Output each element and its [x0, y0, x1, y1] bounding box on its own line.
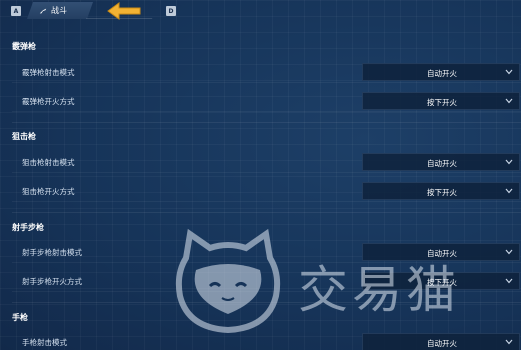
section-title-sniper: 狙击枪 [12, 132, 36, 141]
dropdown-value: 自动开火 [427, 249, 457, 258]
setting-dropdown[interactable]: 按下开火 [362, 92, 520, 110]
setting-row[interactable]: 手枪射击模式 自动开火 [12, 331, 521, 350]
dropdown-value: 自动开火 [427, 69, 457, 78]
setting-dropdown[interactable]: 自动开火 [362, 243, 520, 261]
setting-row[interactable]: 狙击枪射击模式 自动开火 [12, 151, 521, 173]
dropdown-value: 自动开火 [427, 339, 457, 348]
setting-dropdown[interactable]: 自动开火 [362, 333, 520, 350]
setting-row[interactable]: 霰弹枪射击模式 自动开火 [12, 61, 521, 83]
section-divider [12, 122, 521, 123]
setting-label: 射手步枪开火方式 [22, 277, 82, 286]
setting-dropdown[interactable]: 按下开火 [362, 272, 520, 290]
tab-bar: A 战斗 D [0, 0, 521, 22]
chevron-down-icon [505, 278, 513, 284]
setting-label: 射手步枪射击模式 [22, 248, 82, 257]
setting-label: 狙击枪开火方式 [22, 187, 75, 196]
section-title-shotgun: 霰弹枪 [12, 42, 36, 51]
setting-row[interactable]: 霰弹枪开火方式 按下开火 [12, 90, 521, 112]
section-divider [12, 212, 521, 213]
chevron-down-icon [505, 98, 513, 104]
setting-row[interactable]: 狙击枪开火方式 按下开火 [12, 180, 521, 202]
section-title-pistol: 手枪 [12, 313, 28, 322]
chevron-down-icon [505, 188, 513, 194]
dropdown-value: 按下开火 [427, 98, 457, 107]
setting-dropdown[interactable]: 自动开火 [362, 63, 520, 81]
setting-label: 手枪射击模式 [22, 338, 67, 347]
arrow-left-icon [107, 2, 141, 20]
dropdown-value: 按下开火 [427, 278, 457, 287]
tab-combat[interactable]: 战斗 [27, 2, 93, 19]
section-divider [12, 302, 521, 303]
setting-row[interactable]: 射手步枪开火方式 按下开火 [12, 270, 521, 292]
gun-icon [39, 7, 47, 15]
setting-label: 狙击枪射击模式 [22, 158, 75, 167]
section-title-marksman-rifle: 射手步枪 [12, 223, 44, 232]
dropdown-value: 按下开火 [427, 188, 457, 197]
setting-label: 霰弹枪开火方式 [22, 97, 75, 106]
chevron-down-icon [505, 69, 513, 75]
dropdown-value: 自动开火 [427, 159, 457, 168]
next-tab-key-hint[interactable]: D [166, 6, 176, 16]
chevron-down-icon [505, 249, 513, 255]
chevron-down-icon [505, 159, 513, 165]
setting-label: 霰弹枪射击模式 [22, 68, 75, 77]
setting-dropdown[interactable]: 自动开火 [362, 153, 520, 171]
tab-combat-label: 战斗 [51, 6, 67, 15]
setting-row[interactable]: 射手步枪射击模式 自动开火 [12, 241, 521, 263]
setting-dropdown[interactable]: 按下开火 [362, 182, 520, 200]
chevron-down-icon [505, 339, 513, 345]
prev-tab-key-hint[interactable]: A [11, 6, 21, 16]
